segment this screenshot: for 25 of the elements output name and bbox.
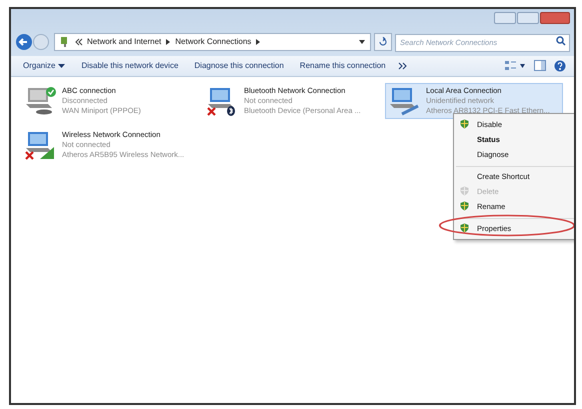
caret-icon[interactable] <box>165 38 172 46</box>
refresh-button[interactable] <box>374 32 392 51</box>
dropdown-icon[interactable] <box>358 38 366 46</box>
back-forward-icon[interactable] <box>15 32 51 51</box>
breadcrumb[interactable]: Network Connections <box>175 37 252 46</box>
refresh-icon <box>378 36 388 47</box>
preview-pane-icon[interactable] <box>534 60 546 71</box>
breadcrumb[interactable]: Network and Internet <box>87 37 162 46</box>
caret-icon <box>58 62 66 68</box>
help-icon[interactable] <box>554 60 566 72</box>
search-icon <box>556 36 566 46</box>
toolbar-button[interactable]: Diagnose this connection <box>190 59 288 72</box>
toolbar-button[interactable]: Disable this network device <box>77 59 182 72</box>
shield-icon <box>460 201 469 211</box>
chevron-icon <box>75 38 83 46</box>
shield-icon <box>460 186 469 196</box>
network-adapter-icon <box>24 86 58 116</box>
address-bar[interactable]: Network and Internet Network Connections <box>54 32 371 51</box>
view-options-icon[interactable] <box>504 60 526 72</box>
overflow-icon[interactable] <box>398 62 408 70</box>
toolbar-button[interactable]: Rename this connection <box>296 59 390 72</box>
caret-icon[interactable] <box>255 38 262 46</box>
shield-icon <box>460 223 469 233</box>
shield-icon <box>460 119 469 129</box>
toolbar-button[interactable]: Organize <box>19 59 70 72</box>
